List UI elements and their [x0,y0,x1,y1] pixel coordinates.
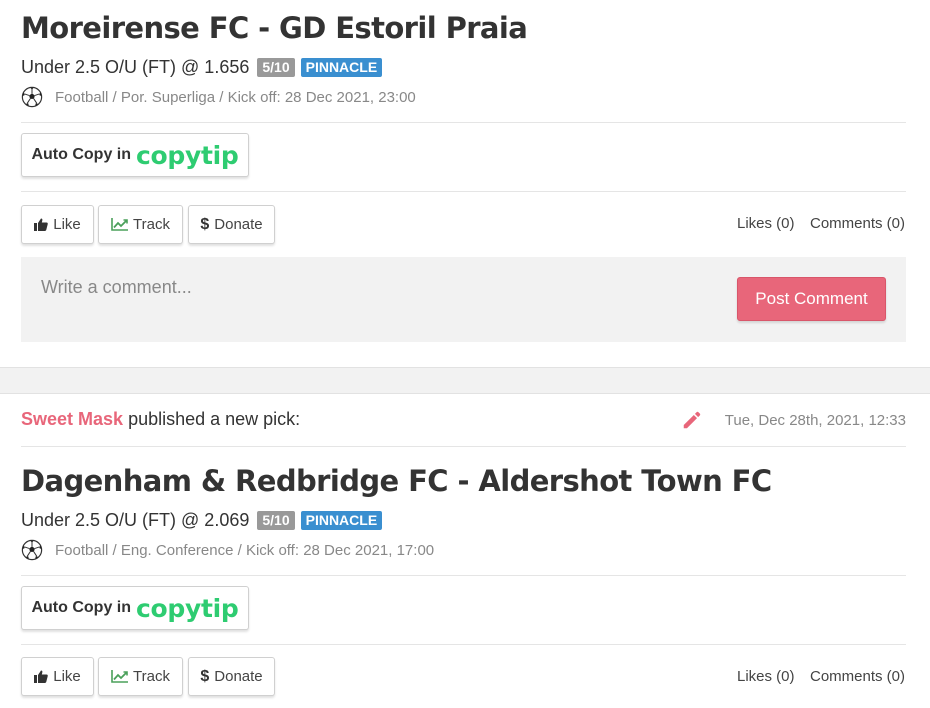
meta-text: Football / Por. Superliga / Kick off: 28… [55,88,416,106]
publish-line: Sweet Mask published a new pick: [21,409,300,430]
market-text: Under 2.5 O/U (FT) @ 2.069 [21,510,250,530]
donate-label: Donate [214,668,263,685]
divider [21,575,906,576]
copytip-logo: copytip [136,140,239,170]
auto-copy-label: Auto Copy in [31,146,132,163]
bookmaker-badge: PINNACLE [300,511,383,530]
confidence-badge: 5/10 [257,58,295,77]
comment-form: Post Comment [21,257,906,342]
thumbs-up-icon [34,670,49,683]
divider [21,122,906,123]
publish-text: published a new pick: [123,409,301,429]
likes-count-link[interactable]: Likes (0) [737,668,795,685]
feed-item: Sweet Mask published a new pick: Tue, De… [0,394,930,708]
match-title[interactable]: Dagenham & Redbridge FC - Aldershot Town… [21,464,772,498]
like-button[interactable]: Like [21,205,94,244]
pick-line: Under 2.5 O/U (FT) @ 1.656 5/10 PINNACLE [21,57,383,78]
soccer-ball-icon [21,86,43,108]
post-comment-button[interactable]: Post Comment [737,277,886,321]
bookmaker-badge: PINNACLE [300,58,383,77]
comments-count-link[interactable]: Comments (0) [810,215,905,232]
chart-line-icon [111,670,129,683]
pick-line: Under 2.5 O/U (FT) @ 2.069 5/10 PINNACLE [21,510,383,531]
track-button[interactable]: Track [98,205,183,244]
market-text: Under 2.5 O/U (FT) @ 1.656 [21,57,250,77]
donate-button[interactable]: $ Donate [188,657,275,696]
publish-date: Tue, Dec 28th, 2021, 12:33 [724,412,906,429]
copytip-logo: copytip [136,593,239,623]
thumbs-up-icon [34,218,49,231]
track-button[interactable]: Track [98,657,183,696]
likes-count-link[interactable]: Likes (0) [737,215,795,232]
meta-text: Football / Eng. Conference / Kick off: 2… [55,541,435,559]
match-meta: Football / Por. Superliga / Kick off: 28… [21,86,416,108]
auto-copy-label: Auto Copy in [31,599,132,616]
match-meta: Football / Eng. Conference / Kick off: 2… [21,539,434,561]
like-button[interactable]: Like [21,657,94,696]
divider [21,191,906,192]
auto-copy-button[interactable]: Auto Copy in copytip [21,133,249,177]
dollar-icon: $ [200,667,210,685]
track-label: Track [133,216,170,233]
feed-separator [0,367,930,394]
chart-line-icon [111,218,129,231]
like-label: Like [53,216,81,233]
divider [21,644,906,645]
divider [21,446,906,447]
pencil-icon[interactable] [681,409,703,431]
confidence-badge: 5/10 [257,511,295,530]
donate-label: Donate [214,216,263,233]
comments-count-link[interactable]: Comments (0) [810,668,905,685]
like-label: Like [53,668,81,685]
comment-input[interactable] [41,277,641,298]
match-title[interactable]: Moreirense FC - GD Estoril Praia [21,11,528,45]
auto-copy-button[interactable]: Auto Copy in copytip [21,586,249,630]
dollar-icon: $ [200,215,210,233]
track-label: Track [133,668,170,685]
donate-button[interactable]: $ Donate [188,205,275,244]
author-link[interactable]: Sweet Mask [21,409,123,429]
soccer-ball-icon [21,539,43,561]
pick-card: Moreirense FC - GD Estoril Praia Under 2… [0,0,930,367]
